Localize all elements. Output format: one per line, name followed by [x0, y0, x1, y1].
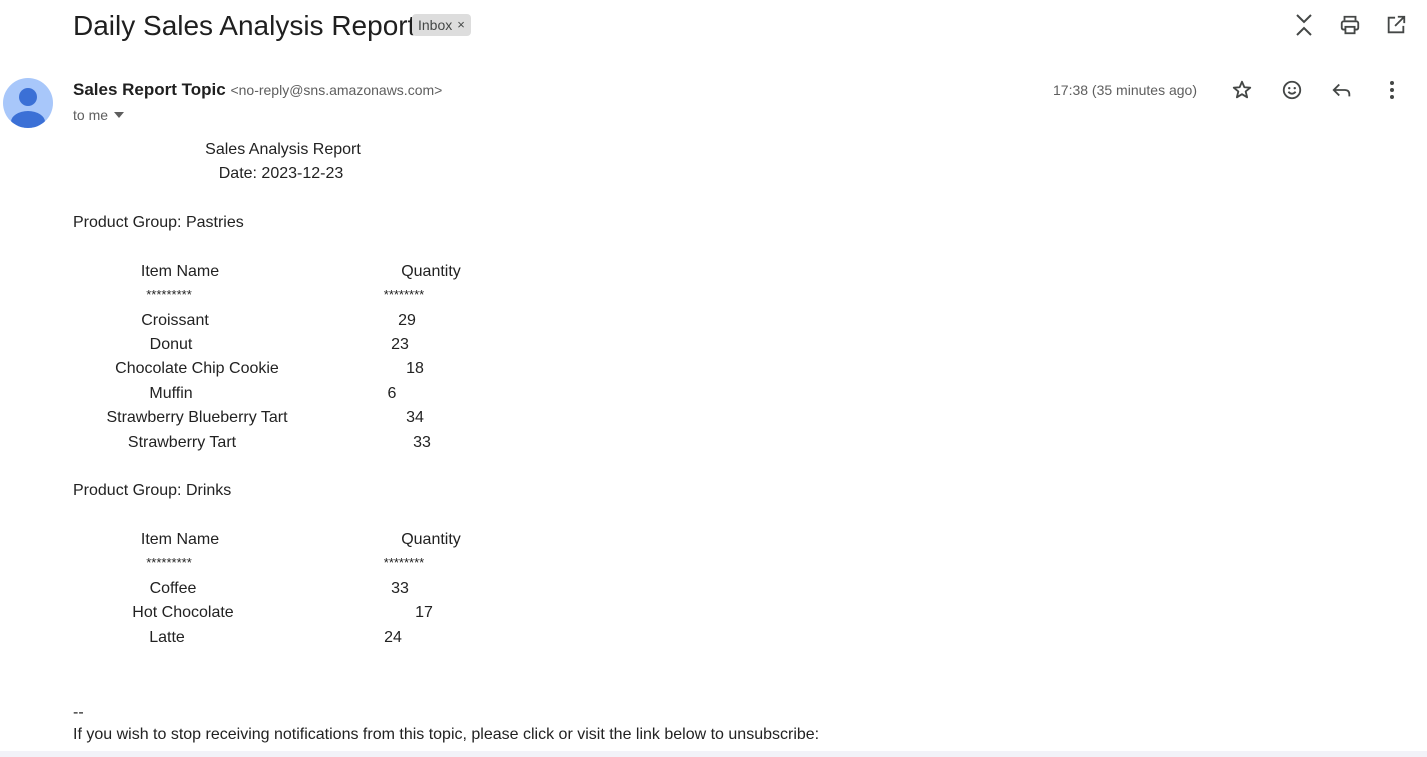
item-quantity: 23 [391, 336, 409, 353]
item-name: Coffee [149, 580, 197, 597]
column-header-quantity: Quantity [401, 531, 461, 548]
separator-item: ********* [146, 287, 192, 302]
item-quantity: 33 [413, 434, 431, 451]
item-quantity: 17 [415, 604, 433, 621]
item-quantity: 24 [384, 629, 402, 646]
emoji-icon[interactable] [1278, 76, 1306, 104]
message-toolbar [1228, 76, 1406, 104]
recipient-details-toggle[interactable]: to me [73, 105, 125, 125]
item-name: Hot Chocolate [132, 604, 234, 621]
separator-quantity: ******** [383, 287, 425, 302]
reply-icon[interactable] [1328, 76, 1356, 104]
label-name: Inbox [418, 17, 453, 33]
column-header-quantity: Quantity [401, 263, 461, 280]
item-name: Latte [149, 629, 185, 646]
item-quantity: 34 [406, 409, 424, 426]
item-quantity: 6 [387, 385, 397, 402]
signature-separator: -- [73, 704, 84, 721]
sender-line: Sales Report Topic <no-reply@sns.amazona… [73, 79, 442, 101]
collapse-icon[interactable] [1291, 10, 1317, 40]
column-header-item: Item Name [140, 531, 220, 548]
sender-name[interactable]: Sales Report Topic [73, 80, 226, 99]
unsubscribe-notice: If you wish to stop receiving notificati… [73, 726, 820, 743]
item-name: Muffin [149, 385, 193, 402]
recipient-label: to me [73, 107, 109, 123]
item-name: Donut [149, 336, 193, 353]
item-quantity: 33 [391, 580, 409, 597]
remove-label-button[interactable]: × [457, 14, 465, 36]
sender-email: <no-reply@sns.amazonaws.com> [230, 82, 443, 98]
separator-quantity: ******** [383, 555, 425, 570]
item-name: Strawberry Tart [127, 434, 237, 451]
separator-item: ********* [146, 555, 192, 570]
group-heading: Product Group: Pastries [73, 214, 244, 231]
item-name: Croissant [141, 312, 209, 329]
star-icon[interactable] [1228, 76, 1256, 104]
column-header-item: Item Name [140, 263, 220, 280]
sender-avatar[interactable] [3, 78, 53, 128]
inbox-label-chip: Inbox × [412, 14, 471, 36]
item-name: Chocolate Chip Cookie [115, 360, 279, 377]
chevron-down-icon [114, 112, 125, 118]
item-quantity: 18 [406, 360, 424, 377]
more-vert-icon[interactable] [1378, 76, 1406, 104]
print-icon[interactable] [1337, 10, 1363, 40]
item-quantity: 29 [398, 312, 416, 329]
report-date: Date: 2023-12-23 [218, 165, 344, 182]
email-subject: Daily Sales Analysis Report [73, 10, 416, 41]
bottom-band [0, 751, 1427, 757]
open-in-new-window-icon[interactable] [1383, 10, 1409, 40]
thread-toolbar [1291, 10, 1409, 40]
report-title: Sales Analysis Report [205, 141, 361, 158]
group-heading: Product Group: Drinks [73, 482, 232, 499]
email-view: Daily Sales Analysis Report Inbox × Sale… [0, 0, 1427, 757]
item-name: Strawberry Blueberry Tart [106, 409, 288, 426]
message-timestamp: 17:38 (35 minutes ago) [1053, 82, 1197, 98]
